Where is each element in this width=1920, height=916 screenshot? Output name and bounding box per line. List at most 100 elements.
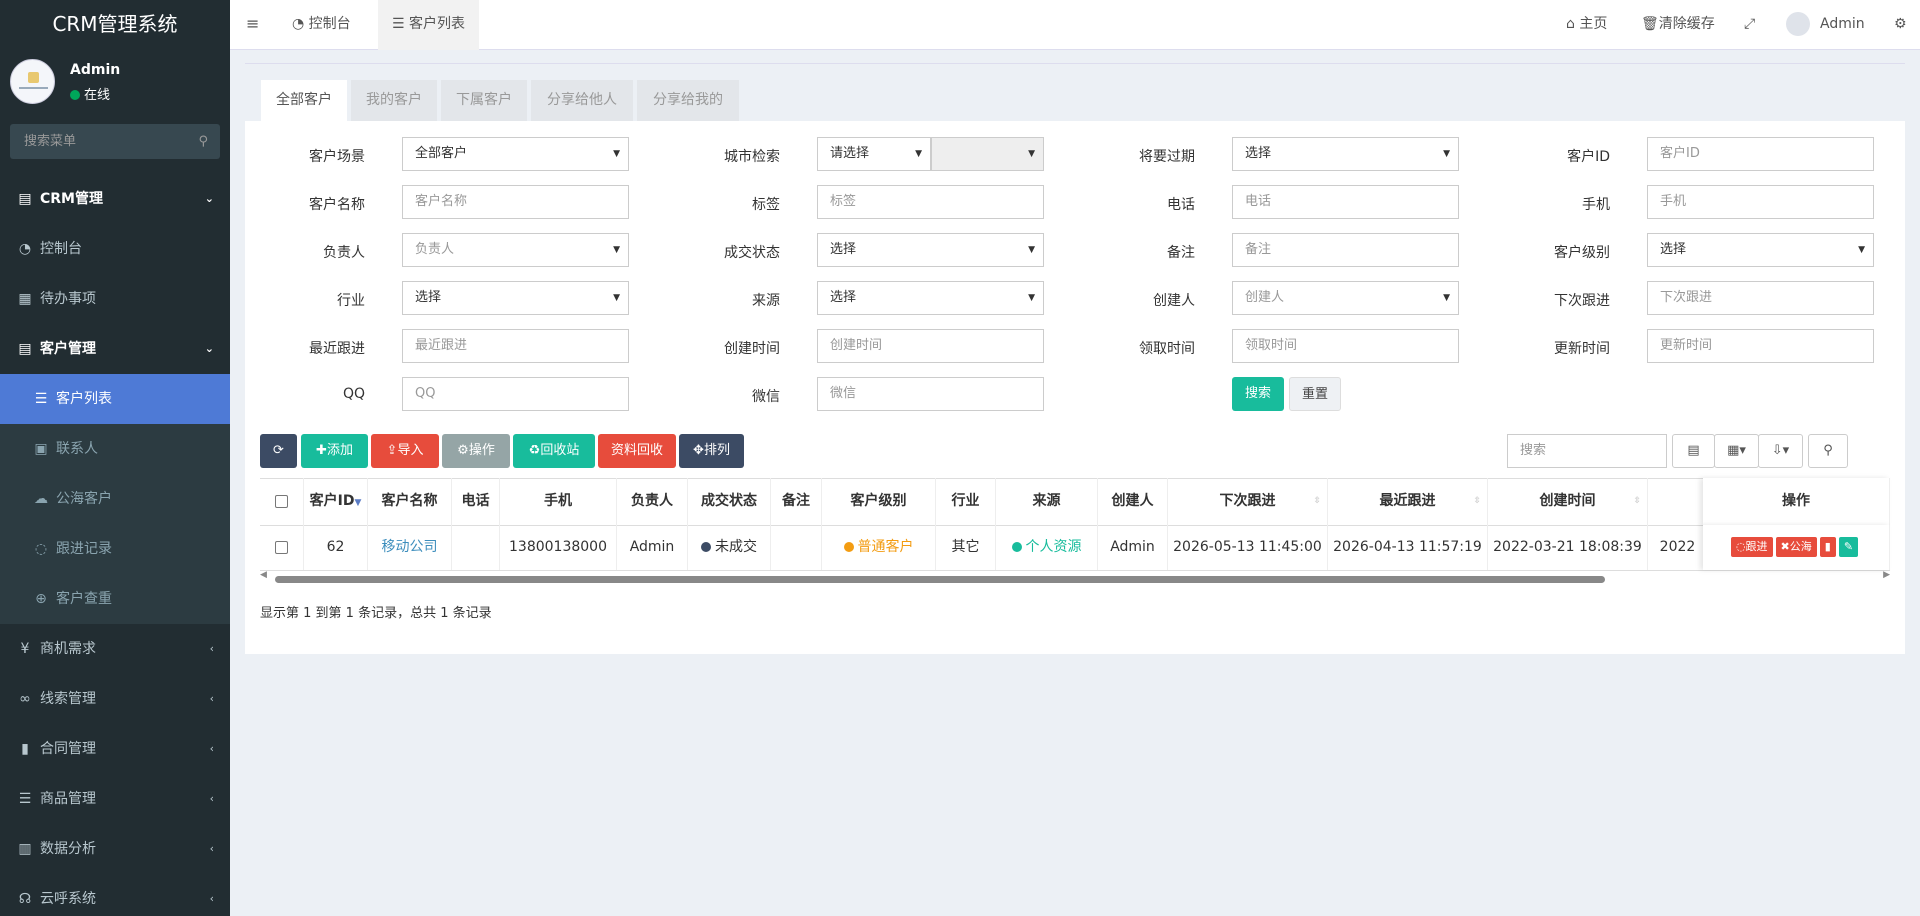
tab-shared-to-others[interactable]: 分享给他人 xyxy=(531,80,633,121)
expire-select[interactable]: 选择 ▼ xyxy=(1232,137,1459,171)
app-logo[interactable]: CRM管理系统 xyxy=(0,0,230,50)
tab-all-customers[interactable]: 全部客户 xyxy=(261,80,347,121)
tab-dashboard[interactable]: ◔ 控制台 xyxy=(280,0,363,50)
wechat-input[interactable]: 微信 xyxy=(817,377,1044,411)
user-menu[interactable]: Admin xyxy=(1786,0,1865,50)
caret-down-icon: ▼ xyxy=(613,149,620,159)
row-checkbox[interactable] xyxy=(260,525,304,570)
export-button[interactable]: ⇩▾ xyxy=(1758,434,1803,468)
id-card-icon: ▤ xyxy=(18,191,32,207)
sidebar-item-dashboard[interactable]: ◔ 控制台 xyxy=(0,224,230,274)
home-icon: ⌂ xyxy=(1566,16,1575,32)
horizontal-scrollbar[interactable]: ◀ ▶ xyxy=(260,570,1890,585)
customer-table: 客户ID▼ 客户名称 电话 手机 负责人 成交状态 备注 客户级别 行业 来源 … xyxy=(260,478,1890,578)
search-button[interactable]: 搜索 xyxy=(1232,377,1284,411)
label-customer-id: 客户ID xyxy=(1567,149,1610,165)
edit-button[interactable]: ✎ xyxy=(1838,537,1859,557)
customer-name-input[interactable]: 客户名称 xyxy=(402,185,629,219)
sidebar-search-input[interactable]: 搜索菜单 ⚲ xyxy=(10,124,220,159)
select-all-checkbox[interactable] xyxy=(260,478,304,525)
reset-button[interactable]: 重置 xyxy=(1289,377,1341,411)
clear-cache-button[interactable]: 🗑清除缓存 xyxy=(1641,0,1715,50)
comment-icon: ◌ xyxy=(1735,540,1746,553)
sidebar-item-customer-management[interactable]: ▤ 客户管理 ⌄ xyxy=(0,324,230,374)
advanced-search-button[interactable]: ⚲ xyxy=(1808,434,1848,468)
sidebar-item-todo[interactable]: ▦ 待办事项 xyxy=(0,274,230,324)
sidebar-item-duplicate-check[interactable]: ⊕ 客户查重 xyxy=(0,574,230,624)
scroll-right-icon[interactable]: ▶ xyxy=(1883,570,1890,580)
tag-input[interactable]: 标签 xyxy=(817,185,1044,219)
th-next-follow[interactable]: 下次跟进 ⇳ xyxy=(1168,478,1328,525)
sidebar-item-follow-records[interactable]: ◌ 跟进记录 xyxy=(0,524,230,574)
tab-customer-list[interactable]: ☰ 客户列表 xyxy=(378,0,480,50)
tab-subordinate-customers[interactable]: 下属客户 xyxy=(441,80,527,121)
move-to-pool-button[interactable]: ✖公海 xyxy=(1775,537,1817,557)
chevron-down-icon: ⌄ xyxy=(204,192,214,205)
operate-button[interactable]: ⚙操作 xyxy=(442,434,510,468)
arrange-button[interactable]: ✥排列 xyxy=(679,434,744,468)
fullscreen-icon[interactable]: ⤢ xyxy=(1744,0,1755,50)
remark-input[interactable]: 备注 xyxy=(1232,233,1459,267)
city-city-select[interactable]: ▼ xyxy=(931,137,1044,171)
phone-input[interactable]: 电话 xyxy=(1232,185,1459,219)
th-last-follow[interactable]: 最近跟进 ⇳ xyxy=(1328,478,1488,525)
chevron-down-icon: ⌄ xyxy=(204,342,214,355)
city-province-select[interactable]: 请选择 ▼ xyxy=(817,137,931,171)
online-dot-icon xyxy=(70,90,80,100)
deal-status-select[interactable]: 选择 ▼ xyxy=(817,233,1044,267)
th-created-time[interactable]: 创建时间 ⇳ xyxy=(1488,478,1648,525)
columns-button[interactable]: ▦▾ xyxy=(1714,434,1759,468)
cell-id: 62 xyxy=(304,525,368,570)
th-customer-id[interactable]: 客户ID▼ xyxy=(304,478,368,525)
cloud-icon: ☁ xyxy=(34,491,48,507)
follow-button[interactable]: ◌跟进 xyxy=(1730,537,1773,557)
source-select[interactable]: 选择 ▼ xyxy=(817,281,1044,315)
scroll-left-icon[interactable]: ◀ xyxy=(260,570,267,580)
scrollbar-thumb[interactable] xyxy=(275,576,1605,583)
home-link[interactable]: ⌂ 主页 xyxy=(1566,0,1607,50)
hamburger-menu-icon[interactable]: ≡ xyxy=(246,0,259,50)
settings-icon[interactable]: ⚙ xyxy=(1894,0,1907,50)
data-recycle-button[interactable]: 资料回收 xyxy=(598,434,676,468)
updated-time-input[interactable]: 更新时间 xyxy=(1647,329,1874,363)
created-time-input[interactable]: 创建时间 xyxy=(817,329,1044,363)
customer-level-select[interactable]: 选择 ▼ xyxy=(1647,233,1874,267)
industry-select[interactable]: 选择 ▼ xyxy=(402,281,629,315)
toggle-view-button[interactable]: ▤ xyxy=(1672,434,1715,468)
customer-id-input[interactable]: 客户ID xyxy=(1647,137,1874,171)
owner-select[interactable]: 负责人 ▼ xyxy=(402,233,629,267)
import-button[interactable]: ⇪导入 xyxy=(371,434,439,468)
chevron-left-icon: ‹ xyxy=(209,642,214,655)
sidebar-item-leads[interactable]: ∞ 线索管理 ‹ xyxy=(0,674,230,724)
sidebar-item-contracts[interactable]: ▮ 合同管理 ‹ xyxy=(0,724,230,774)
last-follow-input[interactable]: 最近跟进 xyxy=(402,329,629,363)
label-deal-status: 成交状态 xyxy=(724,245,780,261)
sidebar-item-crm[interactable]: ▤ CRM管理 ⌄ xyxy=(0,174,230,224)
sidebar-item-public-pool[interactable]: ☁ 公海客户 xyxy=(0,474,230,524)
tab-my-customers[interactable]: 我的客户 xyxy=(351,80,437,121)
refresh-button[interactable]: ⟳ xyxy=(260,434,297,468)
cell-actions: ◌跟进 ✖公海 ▮ ✎ xyxy=(1703,525,1890,570)
table-search-input[interactable]: 搜索 xyxy=(1507,434,1667,468)
sidebar-item-analytics[interactable]: ▥ 数据分析 ‹ xyxy=(0,824,230,874)
sidebar-item-cloud-call[interactable]: ☊ 云呼系统 ‹ xyxy=(0,874,230,916)
sidebar-item-opportunities[interactable]: ¥ 商机需求 ‹ xyxy=(0,624,230,674)
claimed-time-input[interactable]: 领取时间 xyxy=(1232,329,1459,363)
table-icon: ▤ xyxy=(1687,443,1700,458)
mobile-input[interactable]: 手机 xyxy=(1647,185,1874,219)
qq-input[interactable]: QQ xyxy=(402,377,629,411)
next-follow-input[interactable]: 下次跟进 xyxy=(1647,281,1874,315)
delete-button[interactable]: ▮ xyxy=(1819,537,1836,557)
search-icon[interactable]: ⚲ xyxy=(198,124,208,159)
tab-shared-to-me[interactable]: 分享给我的 xyxy=(637,80,739,121)
cell-mobile: 13800138000 xyxy=(500,525,617,570)
sidebar-item-customer-list[interactable]: ☰ 客户列表 xyxy=(0,374,230,424)
creator-select[interactable]: 创建人 ▼ xyxy=(1232,281,1459,315)
sidebar-item-products[interactable]: ☰ 商品管理 ‹ xyxy=(0,774,230,824)
customer-name-link[interactable]: 移动公司 xyxy=(368,525,452,570)
chevron-left-icon: ‹ xyxy=(209,892,214,905)
scene-select[interactable]: 全部客户 ▼ xyxy=(402,137,629,171)
sidebar-item-contacts[interactable]: ▣ 联系人 xyxy=(0,424,230,474)
add-button[interactable]: ✚添加 xyxy=(301,434,368,468)
recycle-bin-button[interactable]: ♻回收站 xyxy=(513,434,595,468)
